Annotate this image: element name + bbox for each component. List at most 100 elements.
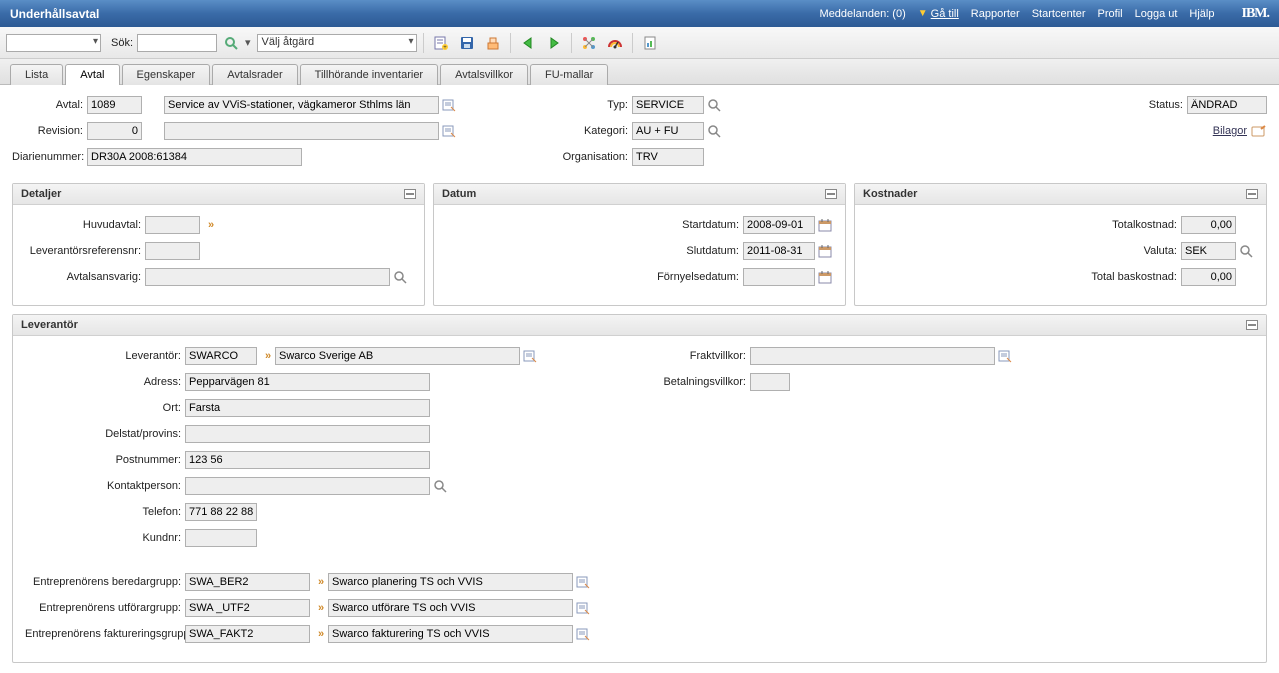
bilagor-link[interactable]: Bilagor (1213, 125, 1247, 137)
clear-icon[interactable] (482, 32, 504, 54)
tab-avtal[interactable]: Avtal (65, 64, 119, 85)
search-input[interactable] (137, 34, 217, 52)
kundnr-field[interactable] (185, 529, 257, 547)
huvudavtal-field[interactable] (145, 216, 200, 234)
valuta-field[interactable] (1181, 242, 1236, 260)
tab-avtalsrader[interactable]: Avtalsrader (212, 64, 297, 85)
utfor-desc-field[interactable] (328, 599, 573, 617)
lookup-icon[interactable] (706, 97, 722, 113)
find-dropdown[interactable] (6, 34, 101, 52)
leverantor-desc-field[interactable] (275, 347, 520, 365)
revision-label: Revision: (12, 125, 87, 137)
tab-fumallar[interactable]: FU-mallar (530, 64, 608, 85)
messages-link[interactable]: Meddelanden: (0) (820, 8, 906, 20)
slutdatum-label: Slutdatum: (643, 245, 743, 257)
tab-avtalsvillkor[interactable]: Avtalsvillkor (440, 64, 528, 85)
tabs-row: Lista Avtal Egenskaper Avtalsrader Tillh… (0, 59, 1279, 85)
postnr-field[interactable] (185, 451, 430, 469)
avtal-field[interactable] (87, 96, 142, 114)
totalkostnad-field[interactable] (1181, 216, 1236, 234)
goto-icon[interactable]: » (312, 626, 328, 642)
fakt-field[interactable] (185, 625, 310, 643)
provins-field[interactable] (185, 425, 430, 443)
prev-record-icon[interactable] (517, 32, 539, 54)
goto-icon[interactable]: » (259, 348, 275, 364)
nav-hjalp[interactable]: Hjälp (1189, 8, 1214, 20)
reports-icon[interactable] (639, 32, 661, 54)
revision-desc-field[interactable] (164, 122, 439, 140)
calendar-icon[interactable] (817, 269, 833, 285)
slutdatum-field[interactable] (743, 242, 815, 260)
detail-menu-icon[interactable] (575, 574, 591, 590)
levref-field[interactable] (145, 242, 200, 260)
fornyelse-field[interactable] (743, 268, 815, 286)
nav-profil[interactable]: Profil (1098, 8, 1123, 20)
calendar-icon[interactable] (817, 243, 833, 259)
valuta-label: Valuta: (1071, 245, 1181, 257)
beredar-desc-field[interactable] (328, 573, 573, 591)
detail-menu-icon[interactable] (522, 348, 538, 364)
avtal-desc-field[interactable] (164, 96, 439, 114)
save-icon[interactable] (456, 32, 478, 54)
fakt-desc-field[interactable] (328, 625, 573, 643)
nav-rapporter[interactable]: Rapporter (971, 8, 1020, 20)
ansvarig-field[interactable] (145, 268, 390, 286)
new-record-icon[interactable]: + (430, 32, 452, 54)
startdatum-label: Startdatum: (643, 219, 743, 231)
panel-title-kostnader: Kostnader (863, 188, 917, 200)
adress-field[interactable] (185, 373, 430, 391)
search-label: Sök: (111, 37, 133, 49)
ort-field[interactable] (185, 399, 430, 417)
detail-menu-icon-2[interactable] (441, 123, 457, 139)
nav-loggaut[interactable]: Logga ut (1135, 8, 1178, 20)
goto-menu[interactable]: ▼ Gå till (918, 8, 959, 20)
detail-menu-icon[interactable] (575, 626, 591, 642)
goto-icon[interactable]: » (202, 217, 218, 233)
attachments-icon[interactable] (1251, 123, 1267, 139)
diarie-field[interactable] (87, 148, 302, 166)
calendar-icon[interactable] (817, 217, 833, 233)
lookup-icon[interactable] (706, 123, 722, 139)
lookup-icon[interactable] (392, 269, 408, 285)
lookup-icon[interactable] (432, 478, 448, 494)
kontakt-field[interactable] (185, 477, 430, 495)
org-field[interactable] (632, 148, 704, 166)
panel-toggle-icon[interactable] (404, 189, 416, 199)
panel-toggle-icon[interactable] (1246, 189, 1258, 199)
goto-icon[interactable]: » (312, 574, 328, 590)
huvudavtal-label: Huvudavtal: (25, 219, 145, 231)
action-select[interactable]: Välj åtgärd (257, 34, 417, 52)
frakt-field[interactable] (750, 347, 995, 365)
tab-egenskaper[interactable]: Egenskaper (122, 64, 211, 85)
betal-field[interactable] (750, 373, 790, 391)
kategori-field[interactable] (632, 122, 704, 140)
panel-toggle-icon[interactable] (1246, 320, 1258, 330)
ibm-logo: IBM. (1242, 6, 1270, 22)
detail-menu-icon[interactable] (575, 600, 591, 616)
baskostnad-field[interactable] (1181, 268, 1236, 286)
workflow-icon[interactable] (578, 32, 600, 54)
typ-field[interactable] (632, 96, 704, 114)
goto-icon[interactable]: » (312, 600, 328, 616)
utfor-field[interactable] (185, 599, 310, 617)
tab-inventarier[interactable]: Tillhörande inventarier (300, 64, 438, 85)
detail-menu-icon[interactable] (441, 97, 457, 113)
status-field[interactable] (1187, 96, 1267, 114)
lookup-icon[interactable] (1238, 243, 1254, 259)
panel-kostnader: Kostnader Totalkostnad: Valuta: Total ba… (854, 183, 1267, 306)
revision-field[interactable] (87, 122, 142, 140)
dropdown-arrow-icon[interactable]: ▾ (245, 36, 251, 49)
panel-toggle-icon[interactable] (825, 189, 837, 199)
avtal-label: Avtal: (12, 99, 87, 111)
next-record-icon[interactable] (543, 32, 565, 54)
startdatum-field[interactable] (743, 216, 815, 234)
leverantor-field[interactable] (185, 347, 257, 365)
nav-startcenter[interactable]: Startcenter (1032, 8, 1086, 20)
kpi-icon[interactable] (604, 32, 626, 54)
beredar-field[interactable] (185, 573, 310, 591)
telefon-field[interactable] (185, 503, 257, 521)
search-icon[interactable] (223, 35, 239, 51)
detail-menu-icon[interactable] (997, 348, 1013, 364)
tab-lista[interactable]: Lista (10, 64, 63, 85)
panel-title-datum: Datum (442, 188, 476, 200)
